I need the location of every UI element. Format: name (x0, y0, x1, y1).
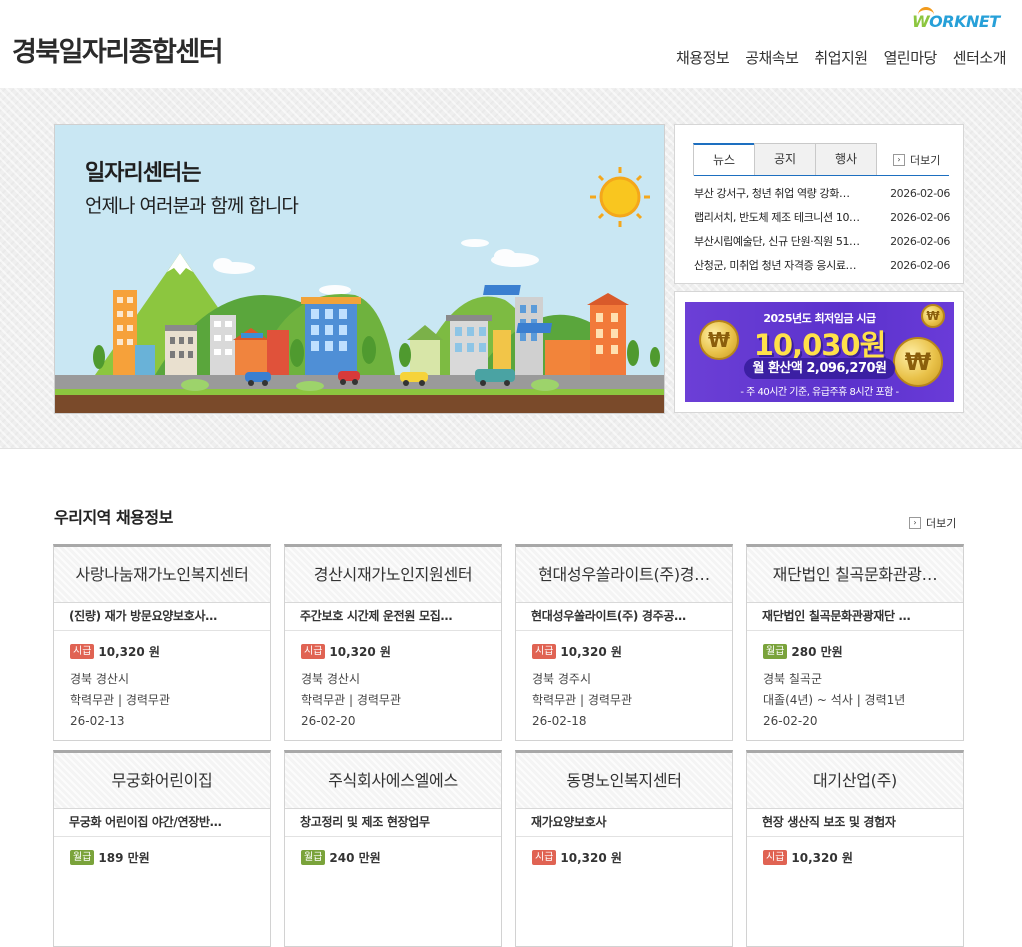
jobs-more-link[interactable]: › 더보기 (909, 515, 956, 531)
news-item[interactable]: 부산 강서구, 청년 취업 역량 강화… 2026-02-06 (694, 185, 950, 209)
nav-item-jobs[interactable]: 채용정보 (676, 47, 730, 68)
jobs-more-label: 더보기 (926, 517, 957, 530)
min-wage-panel: ₩ ₩ ₩ 2025년도 최저임금 시급 10,030원 월 환산액 2,096… (674, 291, 964, 413)
pay-type-badge: 시급 (532, 849, 557, 865)
nav-item-support[interactable]: 취업지원 (814, 47, 868, 68)
nav-item-about[interactable]: 센터소개 (953, 47, 1007, 68)
pay-type-badge: 시급 (70, 643, 95, 659)
job-card-pay: 240 만원 (329, 850, 381, 865)
site-header: 경북일자리종합센터 WORKNET 채용정보 공채속보 취업지원 열린마당 센터… (0, 0, 1022, 88)
worknet-logo[interactable]: WORKNET (912, 7, 1000, 31)
pay-type-badge: 시급 (301, 643, 326, 659)
news-more-label: 더보기 (910, 154, 941, 167)
job-card-company[interactable]: 주식회사에스엘에스 (285, 753, 501, 809)
job-card-requirements: 학력무관 | 경력무관 (70, 693, 170, 707)
news-more-link[interactable]: › 더보기 (893, 152, 940, 168)
job-card-title[interactable]: 무궁화 어린이집 야간/연장반… (54, 809, 270, 837)
chevron-right-icon: › (893, 154, 905, 166)
pay-type-badge: 월급 (301, 849, 326, 865)
news-item[interactable]: 산청군, 미취업 청년 자격증 응시료… 2026-02-06 (694, 257, 950, 281)
news-item-date: 2026-02-06 (890, 259, 950, 272)
job-card-title[interactable]: 현장 생산직 보조 및 경험자 (747, 809, 963, 837)
job-card-company[interactable]: 재단법인 칠곡문화관광… (747, 547, 963, 603)
main-banner[interactable]: 일자리센터는 언제나 여러분과 함께 합니다 (54, 124, 665, 414)
news-item-date: 2026-02-06 (890, 235, 950, 248)
banner-subheadline: 언제나 여러분과 함께 합니다 (85, 195, 299, 217)
job-card-pay: 280 만원 (791, 644, 843, 659)
main-nav: 채용정보 공채속보 취업지원 열린마당 센터소개 (676, 47, 1007, 68)
nav-item-community[interactable]: 열린마당 (884, 47, 938, 68)
job-card-date: 26-02-20 (763, 714, 818, 728)
job-card-company[interactable]: 동명노인복지센터 (516, 753, 732, 809)
job-card-location: 경북 칠곡군 (763, 672, 823, 686)
news-panel: 뉴스 공지 행사 › 더보기 부산 강서구, 청년 취업 역량 강화… 2026… (674, 124, 964, 284)
min-wage-monthly: 월 환산액 2,096,270원 (744, 358, 895, 379)
job-card-date: 26-02-18 (532, 714, 587, 728)
job-card-company[interactable]: 경산시재가노인지원센터 (285, 547, 501, 603)
min-wage-note: - 주 40시간 기준, 유급주휴 8시간 포함 - (740, 387, 899, 398)
site-title[interactable]: 경북일자리종합센터 (12, 30, 224, 69)
jobs-section-title: 우리지역 채용정보 (54, 508, 173, 527)
chevron-right-icon: › (909, 517, 921, 529)
news-item-title[interactable]: 부산시립예술단, 신규 단원·직원 51… (694, 233, 876, 257)
job-card-requirements: 학력무관 | 경력무관 (532, 693, 632, 707)
job-card-requirements: 대졸(4년) ~ 석사 | 경력1년 (763, 693, 906, 707)
pay-type-badge: 시급 (532, 643, 557, 659)
job-card-company[interactable]: 무궁화어린이집 (54, 753, 270, 809)
job-card-location: 경북 경산시 (70, 672, 130, 686)
tab-notice[interactable]: 공지 (754, 143, 816, 176)
job-card-title[interactable]: 창고정리 및 제조 현장업무 (285, 809, 501, 837)
job-card-date: 26-02-13 (70, 714, 125, 728)
job-card-pay: 10,320 원 (98, 644, 160, 659)
tab-news[interactable]: 뉴스 (693, 143, 755, 176)
job-card[interactable]: 동명노인복지센터 재가요양보호사 시급 10,320 원 (515, 750, 733, 947)
job-card-pay: 10,320 원 (560, 850, 622, 865)
job-card[interactable]: 대기산업(주) 현장 생산직 보조 및 경험자 시급 10,320 원 (746, 750, 964, 947)
news-item[interactable]: 부산시립예술단, 신규 단원·직원 51… 2026-02-06 (694, 233, 950, 257)
news-tabs: 뉴스 공지 행사 (693, 143, 878, 176)
job-card-requirements: 학력무관 | 경력무관 (301, 693, 401, 707)
job-card-location: 경북 경주시 (532, 672, 592, 686)
job-card-pay: 10,320 원 (329, 644, 391, 659)
worknet-logo-text: ORKNET (929, 12, 1000, 31)
job-card-date: 26-02-20 (301, 714, 356, 728)
job-card-title[interactable]: (진량) 재가 방문요양보호사… (54, 603, 270, 631)
pay-type-badge: 월급 (70, 849, 95, 865)
job-card-company[interactable]: 현대성우쏠라이트(주)경… (516, 547, 732, 603)
tab-events[interactable]: 행사 (815, 143, 877, 176)
tab-underline (694, 175, 949, 176)
job-card-title[interactable]: 주간보호 시간제 운전원 모집… (285, 603, 501, 631)
job-card-pay: 10,320 원 (560, 644, 622, 659)
job-card-pay: 10,320 원 (791, 850, 853, 865)
nav-item-open-recruit[interactable]: 공채속보 (745, 47, 799, 68)
worknet-logo-arc (918, 7, 934, 17)
job-card-location: 경북 경산시 (301, 672, 361, 686)
news-item-date: 2026-02-06 (890, 187, 950, 200)
job-card[interactable]: 사랑나눔재가노인복지센터 (진량) 재가 방문요양보호사… 시급 10,320 원… (53, 544, 271, 741)
job-card[interactable]: 현대성우쏠라이트(주)경… 현대성우쏠라이트(주) 경주공… 시급 10,320 … (515, 544, 733, 741)
news-item[interactable]: 랩리서치, 반도체 제조 테크니션 10… 2026-02-06 (694, 209, 950, 233)
job-card-pay: 189 만원 (98, 850, 150, 865)
job-card-company[interactable]: 대기산업(주) (747, 753, 963, 809)
pay-type-badge: 월급 (763, 643, 788, 659)
banner-headline: 일자리센터는 (85, 161, 201, 186)
news-item-date: 2026-02-06 (890, 211, 950, 224)
min-wage-banner[interactable]: ₩ ₩ ₩ 2025년도 최저임금 시급 10,030원 월 환산액 2,096… (685, 302, 954, 402)
job-card-title[interactable]: 재가요양보호사 (516, 809, 732, 837)
news-item-title[interactable]: 랩리서치, 반도체 제조 테크니션 10… (694, 209, 876, 233)
job-card[interactable]: 재단법인 칠곡문화관광… 재단법인 칠곡문화관광재단 … 월급 280 만원 경북… (746, 544, 964, 741)
job-card-company[interactable]: 사랑나눔재가노인복지센터 (54, 547, 270, 603)
job-card-title[interactable]: 재단법인 칠곡문화관광재단 … (747, 603, 963, 631)
job-card[interactable]: 주식회사에스엘에스 창고정리 및 제조 현장업무 월급 240 만원 (284, 750, 502, 947)
pay-type-badge: 시급 (763, 849, 788, 865)
news-item-title[interactable]: 부산 강서구, 청년 취업 역량 강화… (694, 185, 876, 209)
news-item-title[interactable]: 산청군, 미취업 청년 자격증 응시료… (694, 257, 876, 281)
job-card[interactable]: 무궁화어린이집 무궁화 어린이집 야간/연장반… 월급 189 만원 (53, 750, 271, 947)
job-card[interactable]: 경산시재가노인지원센터 주간보호 시간제 운전원 모집… 시급 10,320 원 … (284, 544, 502, 741)
job-card-title[interactable]: 현대성우쏠라이트(주) 경주공… (516, 603, 732, 631)
news-list: 부산 강서구, 청년 취업 역량 강화… 2026-02-06 랩리서치, 반도… (694, 185, 950, 281)
